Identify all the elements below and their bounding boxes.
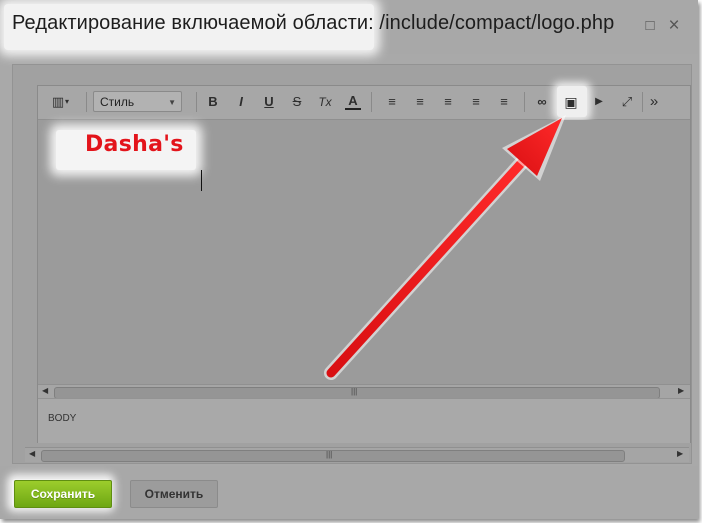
arrow-shape <box>324 115 566 380</box>
annotation-arrow <box>324 115 566 380</box>
